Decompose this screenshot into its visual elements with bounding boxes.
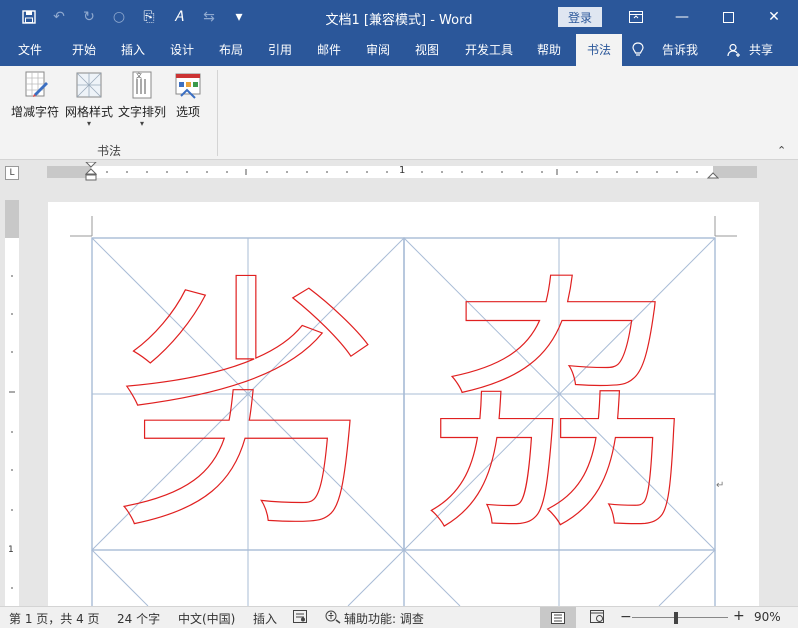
language[interactable]: 中文(中国)	[178, 610, 235, 627]
options-label: 选项	[175, 105, 200, 119]
macro-record-icon[interactable]	[293, 610, 307, 626]
ribbon-group-label: 书法	[96, 144, 121, 158]
grid-char-1: 劣	[113, 251, 383, 566]
grid-style-button[interactable]: 网格样式 ▾	[63, 70, 115, 128]
title-bar: ↶ ↻ ○ ⎘ 𝐴 ⇆ ▾ 文档1 [兼容模式] - Word 登录 — ✕	[0, 0, 798, 34]
share-button[interactable]: 共享	[744, 34, 778, 66]
tab-calligraphy[interactable]: 书法	[576, 34, 622, 66]
minimize-icon[interactable]: —	[659, 0, 705, 34]
text-arrange-label: 文字排列	[117, 105, 166, 119]
add-remove-chars-button[interactable]: 增减字符	[8, 70, 62, 120]
zoom-level[interactable]: 90%	[754, 610, 781, 624]
ruler-area: L 1	[0, 161, 798, 186]
view-web-layout-icon[interactable]	[590, 610, 604, 626]
tab-layout[interactable]: 布局	[209, 34, 253, 66]
ribbon-display-icon[interactable]	[613, 0, 659, 34]
tab-home[interactable]: 开始	[62, 34, 106, 66]
add-remove-chars-label: 增减字符	[10, 105, 59, 119]
accessibility-icon[interactable]	[325, 610, 341, 627]
paragraph-mark-icon: ↵	[716, 480, 724, 491]
tab-help[interactable]: 帮助	[527, 34, 571, 66]
login-button[interactable]: 登录	[558, 7, 602, 27]
options-button[interactable]: 选项	[170, 70, 206, 120]
zoom-slider-thumb[interactable]	[674, 612, 678, 624]
status-bar: 第 1 页，共 4 页 24 个字 中文(中国) 插入 辅助功能: 调查 − +…	[0, 606, 798, 628]
tab-stop-selector[interactable]: L	[5, 166, 19, 180]
ribbon-group-separator	[217, 70, 218, 156]
grid-style-label: 网格样式	[64, 105, 113, 119]
ribbon-tabs: 文件 开始 插入 设计 布局 引用 邮件 审阅 视图 开发工具 帮助 书法 告诉…	[0, 34, 798, 66]
svg-text:1: 1	[8, 545, 14, 555]
grid-char-2: 劦	[424, 251, 694, 566]
tab-review[interactable]: 审阅	[356, 34, 400, 66]
add-remove-chars-icon	[20, 70, 50, 100]
document-page[interactable]: 劣 劦 ↵	[48, 202, 759, 606]
tab-view[interactable]: 视图	[405, 34, 449, 66]
accessibility-status[interactable]: 辅助功能: 调查	[344, 610, 424, 627]
customize-qat-icon[interactable]: ▾	[224, 0, 254, 34]
text-arrange-dropdown-icon: ▾	[139, 119, 144, 128]
redo-icon[interactable]: ↻	[74, 0, 104, 34]
text-arrange-icon: 文	[127, 70, 157, 100]
ribbon: 增减字符 网格样式 ▾ 文 文字排列 ▾ 选项 书法 ⌃	[0, 66, 798, 160]
tab-design[interactable]: 设计	[160, 34, 204, 66]
svg-text:文: 文	[136, 72, 142, 80]
tab-insert[interactable]: 插入	[111, 34, 155, 66]
indent-marker-icon[interactable]	[85, 162, 97, 182]
view-print-layout-icon[interactable]	[540, 607, 576, 628]
lightbulb-icon[interactable]	[630, 34, 646, 66]
tab-file[interactable]: 文件	[8, 34, 52, 66]
grid-style-dropdown-icon: ▾	[86, 119, 91, 128]
page-count[interactable]: 第 1 页，共 4 页	[9, 610, 100, 627]
tab-mailings[interactable]: 邮件	[307, 34, 351, 66]
right-indent-marker-icon[interactable]	[707, 170, 719, 182]
insert-mode[interactable]: 插入	[253, 610, 277, 627]
zoom-in-icon[interactable]: +	[733, 608, 745, 624]
options-icon	[173, 70, 203, 100]
zoom-out-icon[interactable]: −	[620, 609, 632, 625]
tab-references[interactable]: 引用	[258, 34, 302, 66]
format-painter-icon[interactable]: ⎘	[134, 0, 164, 34]
quick-access-toolbar: ↶ ↻ ○ ⎘ 𝐴 ⇆ ▾	[14, 0, 254, 34]
touch-mode-icon[interactable]: ⇆	[194, 0, 224, 34]
ruler-mark-label: 1	[399, 165, 406, 176]
crop-marks	[70, 216, 737, 237]
undo-icon[interactable]: ↶	[44, 0, 74, 34]
tab-developer[interactable]: 开发工具	[454, 34, 524, 66]
font-style-icon[interactable]: 𝐴	[164, 0, 194, 34]
collapse-ribbon-icon[interactable]: ⌃	[777, 144, 786, 157]
tab-tell-me[interactable]: 告诉我	[652, 34, 708, 66]
grid-style-icon	[74, 70, 104, 100]
zoom-slider[interactable]	[632, 617, 728, 618]
maximize-icon[interactable]	[705, 0, 751, 34]
close-icon[interactable]: ✕	[751, 0, 797, 34]
circle-icon[interactable]: ○	[104, 0, 134, 34]
horizontal-ruler[interactable]: 1	[47, 162, 757, 181]
save-icon[interactable]	[14, 0, 44, 34]
text-arrange-button[interactable]: 文 文字排列 ▾	[116, 70, 168, 128]
vertical-ruler[interactable]: 1	[5, 200, 19, 606]
word-count[interactable]: 24 个字	[117, 610, 160, 627]
person-icon[interactable]	[726, 34, 742, 66]
